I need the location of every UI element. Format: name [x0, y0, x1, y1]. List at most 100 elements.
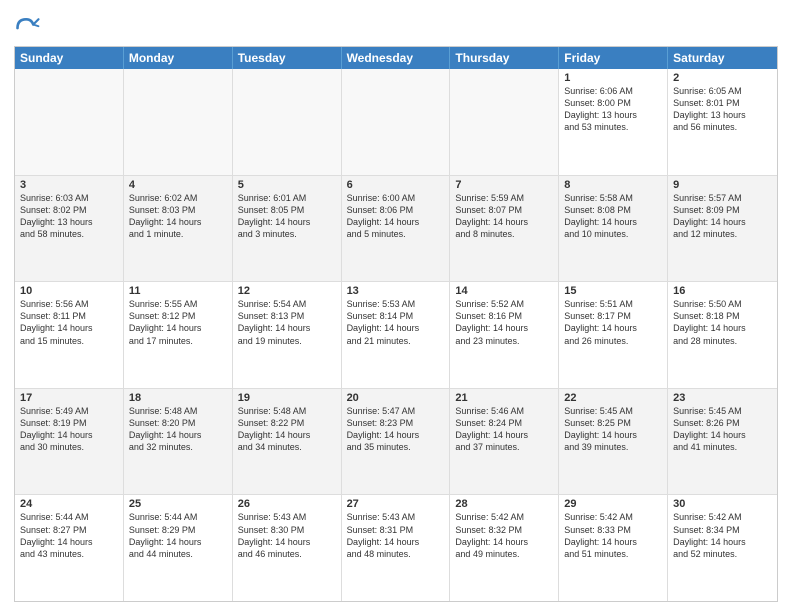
- cal-row-2: 10Sunrise: 5:56 AM Sunset: 8:11 PM Dayli…: [15, 281, 777, 388]
- cell-text: Sunrise: 5:53 AM Sunset: 8:14 PM Dayligh…: [347, 298, 445, 347]
- cal-cell: 23Sunrise: 5:45 AM Sunset: 8:26 PM Dayli…: [668, 389, 777, 495]
- cal-cell: 25Sunrise: 5:44 AM Sunset: 8:29 PM Dayli…: [124, 495, 233, 601]
- calendar-body: 1Sunrise: 6:06 AM Sunset: 8:00 PM Daylig…: [15, 69, 777, 601]
- cal-cell: 20Sunrise: 5:47 AM Sunset: 8:23 PM Dayli…: [342, 389, 451, 495]
- calendar-header: SundayMondayTuesdayWednesdayThursdayFrid…: [15, 47, 777, 69]
- day-number: 7: [455, 179, 553, 191]
- cell-text: Sunrise: 6:06 AM Sunset: 8:00 PM Dayligh…: [564, 85, 662, 134]
- logo: [14, 14, 46, 42]
- day-number: 3: [20, 179, 118, 191]
- cal-row-3: 17Sunrise: 5:49 AM Sunset: 8:19 PM Dayli…: [15, 388, 777, 495]
- cell-text: Sunrise: 5:48 AM Sunset: 8:20 PM Dayligh…: [129, 405, 227, 454]
- cell-text: Sunrise: 5:42 AM Sunset: 8:33 PM Dayligh…: [564, 511, 662, 560]
- cal-cell: 18Sunrise: 5:48 AM Sunset: 8:20 PM Dayli…: [124, 389, 233, 495]
- day-number: 6: [347, 179, 445, 191]
- cell-text: Sunrise: 5:52 AM Sunset: 8:16 PM Dayligh…: [455, 298, 553, 347]
- day-number: 10: [20, 285, 118, 297]
- cal-cell: 17Sunrise: 5:49 AM Sunset: 8:19 PM Dayli…: [15, 389, 124, 495]
- day-number: 17: [20, 392, 118, 404]
- cal-cell: 16Sunrise: 5:50 AM Sunset: 8:18 PM Dayli…: [668, 282, 777, 388]
- day-number: 26: [238, 498, 336, 510]
- day-number: 4: [129, 179, 227, 191]
- cal-row-0: 1Sunrise: 6:06 AM Sunset: 8:00 PM Daylig…: [15, 69, 777, 175]
- cell-text: Sunrise: 5:44 AM Sunset: 8:29 PM Dayligh…: [129, 511, 227, 560]
- cal-cell: 14Sunrise: 5:52 AM Sunset: 8:16 PM Dayli…: [450, 282, 559, 388]
- cal-cell: 21Sunrise: 5:46 AM Sunset: 8:24 PM Dayli…: [450, 389, 559, 495]
- cal-cell: 2Sunrise: 6:05 AM Sunset: 8:01 PM Daylig…: [668, 69, 777, 175]
- header-cell-sunday: Sunday: [15, 47, 124, 69]
- cal-cell: 13Sunrise: 5:53 AM Sunset: 8:14 PM Dayli…: [342, 282, 451, 388]
- header-cell-friday: Friday: [559, 47, 668, 69]
- cal-cell: 19Sunrise: 5:48 AM Sunset: 8:22 PM Dayli…: [233, 389, 342, 495]
- cell-text: Sunrise: 5:57 AM Sunset: 8:09 PM Dayligh…: [673, 192, 772, 241]
- day-number: 27: [347, 498, 445, 510]
- cell-text: Sunrise: 5:47 AM Sunset: 8:23 PM Dayligh…: [347, 405, 445, 454]
- cell-text: Sunrise: 5:58 AM Sunset: 8:08 PM Dayligh…: [564, 192, 662, 241]
- cal-cell: 11Sunrise: 5:55 AM Sunset: 8:12 PM Dayli…: [124, 282, 233, 388]
- day-number: 20: [347, 392, 445, 404]
- cell-text: Sunrise: 5:56 AM Sunset: 8:11 PM Dayligh…: [20, 298, 118, 347]
- cal-cell: 24Sunrise: 5:44 AM Sunset: 8:27 PM Dayli…: [15, 495, 124, 601]
- cal-cell: [342, 69, 451, 175]
- cal-cell: 4Sunrise: 6:02 AM Sunset: 8:03 PM Daylig…: [124, 176, 233, 282]
- cal-cell: 29Sunrise: 5:42 AM Sunset: 8:33 PM Dayli…: [559, 495, 668, 601]
- calendar: SundayMondayTuesdayWednesdayThursdayFrid…: [14, 46, 778, 602]
- day-number: 22: [564, 392, 662, 404]
- cal-cell: 28Sunrise: 5:42 AM Sunset: 8:32 PM Dayli…: [450, 495, 559, 601]
- cal-cell: 7Sunrise: 5:59 AM Sunset: 8:07 PM Daylig…: [450, 176, 559, 282]
- day-number: 5: [238, 179, 336, 191]
- day-number: 23: [673, 392, 772, 404]
- cal-cell: 8Sunrise: 5:58 AM Sunset: 8:08 PM Daylig…: [559, 176, 668, 282]
- cal-cell: 1Sunrise: 6:06 AM Sunset: 8:00 PM Daylig…: [559, 69, 668, 175]
- day-number: 28: [455, 498, 553, 510]
- cal-cell: 30Sunrise: 5:42 AM Sunset: 8:34 PM Dayli…: [668, 495, 777, 601]
- cell-text: Sunrise: 6:01 AM Sunset: 8:05 PM Dayligh…: [238, 192, 336, 241]
- day-number: 18: [129, 392, 227, 404]
- header-cell-tuesday: Tuesday: [233, 47, 342, 69]
- cell-text: Sunrise: 5:48 AM Sunset: 8:22 PM Dayligh…: [238, 405, 336, 454]
- day-number: 2: [673, 72, 772, 84]
- cal-cell: 9Sunrise: 5:57 AM Sunset: 8:09 PM Daylig…: [668, 176, 777, 282]
- cell-text: Sunrise: 6:03 AM Sunset: 8:02 PM Dayligh…: [20, 192, 118, 241]
- header-cell-monday: Monday: [124, 47, 233, 69]
- page: SundayMondayTuesdayWednesdayThursdayFrid…: [0, 0, 792, 612]
- day-number: 15: [564, 285, 662, 297]
- cell-text: Sunrise: 5:42 AM Sunset: 8:32 PM Dayligh…: [455, 511, 553, 560]
- day-number: 19: [238, 392, 336, 404]
- cell-text: Sunrise: 6:00 AM Sunset: 8:06 PM Dayligh…: [347, 192, 445, 241]
- cal-row-4: 24Sunrise: 5:44 AM Sunset: 8:27 PM Dayli…: [15, 494, 777, 601]
- cell-text: Sunrise: 5:51 AM Sunset: 8:17 PM Dayligh…: [564, 298, 662, 347]
- cell-text: Sunrise: 6:05 AM Sunset: 8:01 PM Dayligh…: [673, 85, 772, 134]
- cal-cell: 3Sunrise: 6:03 AM Sunset: 8:02 PM Daylig…: [15, 176, 124, 282]
- cal-cell: 6Sunrise: 6:00 AM Sunset: 8:06 PM Daylig…: [342, 176, 451, 282]
- cell-text: Sunrise: 5:50 AM Sunset: 8:18 PM Dayligh…: [673, 298, 772, 347]
- header-cell-thursday: Thursday: [450, 47, 559, 69]
- cell-text: Sunrise: 5:49 AM Sunset: 8:19 PM Dayligh…: [20, 405, 118, 454]
- cal-cell: [450, 69, 559, 175]
- cal-cell: 26Sunrise: 5:43 AM Sunset: 8:30 PM Dayli…: [233, 495, 342, 601]
- cell-text: Sunrise: 5:46 AM Sunset: 8:24 PM Dayligh…: [455, 405, 553, 454]
- cell-text: Sunrise: 5:45 AM Sunset: 8:25 PM Dayligh…: [564, 405, 662, 454]
- cell-text: Sunrise: 5:59 AM Sunset: 8:07 PM Dayligh…: [455, 192, 553, 241]
- cal-cell: 27Sunrise: 5:43 AM Sunset: 8:31 PM Dayli…: [342, 495, 451, 601]
- cell-text: Sunrise: 5:44 AM Sunset: 8:27 PM Dayligh…: [20, 511, 118, 560]
- day-number: 14: [455, 285, 553, 297]
- cal-cell: 15Sunrise: 5:51 AM Sunset: 8:17 PM Dayli…: [559, 282, 668, 388]
- day-number: 8: [564, 179, 662, 191]
- cal-cell: 12Sunrise: 5:54 AM Sunset: 8:13 PM Dayli…: [233, 282, 342, 388]
- day-number: 11: [129, 285, 227, 297]
- cal-cell: 10Sunrise: 5:56 AM Sunset: 8:11 PM Dayli…: [15, 282, 124, 388]
- logo-icon: [14, 14, 42, 42]
- cal-cell: 22Sunrise: 5:45 AM Sunset: 8:25 PM Dayli…: [559, 389, 668, 495]
- day-number: 24: [20, 498, 118, 510]
- day-number: 30: [673, 498, 772, 510]
- day-number: 12: [238, 285, 336, 297]
- cell-text: Sunrise: 5:55 AM Sunset: 8:12 PM Dayligh…: [129, 298, 227, 347]
- cell-text: Sunrise: 5:42 AM Sunset: 8:34 PM Dayligh…: [673, 511, 772, 560]
- cell-text: Sunrise: 5:54 AM Sunset: 8:13 PM Dayligh…: [238, 298, 336, 347]
- cell-text: Sunrise: 6:02 AM Sunset: 8:03 PM Dayligh…: [129, 192, 227, 241]
- cal-cell: [124, 69, 233, 175]
- day-number: 9: [673, 179, 772, 191]
- cal-row-1: 3Sunrise: 6:03 AM Sunset: 8:02 PM Daylig…: [15, 175, 777, 282]
- day-number: 29: [564, 498, 662, 510]
